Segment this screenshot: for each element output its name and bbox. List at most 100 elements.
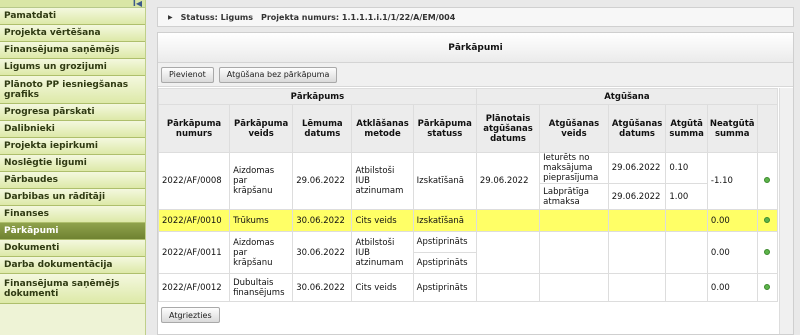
col-status[interactable]: Pārkāpuma statuss (412, 104, 477, 153)
status-text: Statuss: Ligums (180, 12, 253, 22)
table-row[interactable]: 2022/AF/0012 Dubultais finansējums 30.06.2… (157, 273, 779, 302)
cell-unrecovered-sum: -1.10 (706, 152, 758, 210)
col-decision-date[interactable]: Lēmuma datums (292, 104, 353, 153)
cell-planned-date: 29.06.2022 (475, 152, 541, 210)
violations-table: Pārkāpums Atgūšana Pārkāpuma numurs Pārk… (157, 88, 779, 302)
cell-recovery-type (539, 231, 609, 274)
green-dot-icon (764, 177, 771, 183)
group-header-violations: Pārkāpums (158, 88, 477, 105)
cell-recovered-sum (665, 209, 708, 232)
cell-recovery-type: Ieturēts no maksājuma pieprasījuma (539, 152, 609, 184)
sidebar-item[interactable]: Darbibas un rādītāji (0, 189, 145, 206)
footer: Atgriezties (161, 307, 225, 323)
cell-decision-date: 30.06.2022 (292, 273, 353, 302)
green-dot-icon (764, 248, 771, 255)
sidebar-item[interactable]: Pārkāpumi (0, 223, 145, 240)
cell-number: 2022/AF/0012 (157, 273, 231, 302)
violations-panel: Pārkāpumi Pievienot Atgūšana bez pārkāpu… (157, 32, 794, 335)
cell-number: 2022/AF/0011 (157, 231, 231, 274)
sidebar-item[interactable]: Progresa pārskati (0, 104, 145, 121)
cell-status: Apstiprināts (412, 231, 477, 253)
triangle-right-icon[interactable]: ▶ (168, 14, 173, 21)
cell-decision-date: 30.06.2022 (292, 231, 353, 274)
cell-method: Atbilstoši IUB atzinumam (351, 152, 414, 210)
sidebar-item[interactable]: Darba dokumentācija (0, 257, 145, 274)
recovery-without-violation-button[interactable]: Atgūšana bez pārkāpuma (218, 66, 338, 83)
sidebar-nav: Pamatdati Projekta vērtēšana Finansējuma s… (0, 8, 145, 304)
cell-status: Apstiprināts (412, 273, 477, 302)
cell-recovery-type (539, 273, 609, 302)
col-recovery-type[interactable]: Atgūšanas veids (539, 104, 609, 153)
sidebar-item[interactable]: Projekta iepirkumi (0, 138, 145, 155)
cell-unrecovered-sum: 0.00 (706, 209, 758, 232)
add-button[interactable]: Pievienot (161, 66, 214, 83)
main-content: ▶ Statuss: Ligums Projekta numurs: 1.1.1… (157, 0, 800, 335)
sidebar-item[interactable]: Finansējuma saņēmējs dokumenti (0, 274, 145, 304)
table-row[interactable]: 2022/AF/0008 Aizdomas par krāpšanu 29.06.2… (157, 152, 779, 210)
cell-number: 2022/AF/0010 (157, 209, 231, 232)
cell-recovered-sum (665, 273, 708, 302)
cell-planned-date (475, 231, 541, 274)
cell-status-icon (756, 152, 779, 210)
table-row[interactable]: 2022/AF/0010 Trūkums 30.06.2022 Cits veids I… (157, 209, 779, 232)
cell-recovered-sum (665, 231, 708, 274)
sidebar-item[interactable]: Projekta vērtēšana (0, 25, 145, 42)
cell-recovery-type (539, 209, 609, 232)
cell-type: Trūkums (229, 209, 294, 232)
cell-planned-date (475, 273, 541, 302)
sidebar-item[interactable]: Noslēgtie ligumi (0, 155, 145, 172)
back-button[interactable]: Atgriezties (161, 307, 220, 323)
sidebar-item[interactable]: Ligums un grozijumi (0, 59, 145, 76)
cell-status-extra: Apstiprināts (412, 252, 477, 274)
col-number[interactable]: Pārkāpuma numurs (157, 104, 231, 153)
sidebar-top-bar: I◀ (0, 0, 145, 8)
col-planned-date[interactable]: Plānotais atgūšanas datums (475, 104, 541, 153)
col-method[interactable]: Atklāšanas metode (351, 104, 414, 153)
scrollbar[interactable] (779, 88, 793, 334)
col-unrecovered-sum[interactable]: Neatgūtā summa (706, 104, 758, 153)
green-dot-icon (764, 283, 771, 290)
cell-recovery-date: 29.06.2022 (607, 152, 667, 184)
project-number: Projekta numurs: 1.1.1.1.i.1/1/22/A/EM/0… (261, 12, 456, 22)
col-recovered-sum[interactable]: Atgūtā summa (665, 104, 708, 153)
cell-method: Cits veids (351, 273, 414, 302)
sidebar-item[interactable]: Finanses (0, 206, 145, 223)
cell-method: Cits veids (351, 209, 414, 232)
green-dot-icon (764, 216, 771, 223)
cell-status: Izskatīšanā (412, 152, 477, 210)
cell-unrecovered-sum: 0.00 (706, 231, 758, 274)
cell-decision-date: 29.06.2022 (292, 152, 353, 210)
col-type[interactable]: Pārkāpuma veids (229, 104, 294, 153)
collapse-left-icon[interactable]: I◀ (133, 0, 142, 8)
sidebar-item[interactable]: Plānoto PP iesniegšanas grafiks (0, 76, 145, 104)
sidebar-item[interactable]: Dalibnieki (0, 121, 145, 138)
cell-status-icon (756, 231, 779, 274)
sidebar-item[interactable]: Finansējuma saņēmējs (0, 42, 145, 59)
group-header-recovery: Atgūšana (475, 88, 779, 105)
table-row[interactable]: 2022/AF/0011 Aizdomas par krāpšanu 30.06.2… (157, 231, 779, 274)
cell-status-icon (756, 209, 779, 232)
cell-unrecovered-sum: 0.00 (706, 273, 758, 302)
sidebar-item[interactable]: Pārbaudes (0, 172, 145, 189)
sidebar: I◀ Pamatdati Projekta vērtēšana Finansējum… (0, 0, 146, 335)
cell-method: Atbilstoši IUB atzinumam (351, 231, 414, 274)
cell-recovery-date (607, 231, 667, 274)
cell-status-icon (756, 273, 779, 302)
col-recovery-date[interactable]: Atgūšanas datums (607, 104, 667, 153)
cell-status: Izskatīšanā (412, 209, 477, 232)
cell-recovery-date (607, 209, 667, 232)
cell-decision-date: 30.06.2022 (292, 209, 353, 232)
cell-number: 2022/AF/0008 (157, 152, 231, 210)
cell-recovery-date (607, 273, 667, 302)
button-bar: Pievienot Atgūšana bez pārkāpuma (158, 63, 793, 87)
cell-recovered-sum: 0.10 (665, 152, 708, 184)
cell-type: Aizdomas par krāpšanu (229, 231, 294, 274)
panel-title: Pārkāpumi (158, 33, 793, 63)
sidebar-item[interactable]: Pamatdati (0, 8, 145, 25)
col-status-icon (756, 104, 779, 153)
cell-planned-date (475, 209, 541, 232)
cell-type: Aizdomas par krāpšanu (229, 152, 294, 210)
cell-type: Dubultais finansējums (229, 273, 294, 302)
sidebar-item[interactable]: Dokumenti (0, 240, 145, 257)
cell-recovery-type: Labprātīga atmaksa (539, 183, 609, 210)
